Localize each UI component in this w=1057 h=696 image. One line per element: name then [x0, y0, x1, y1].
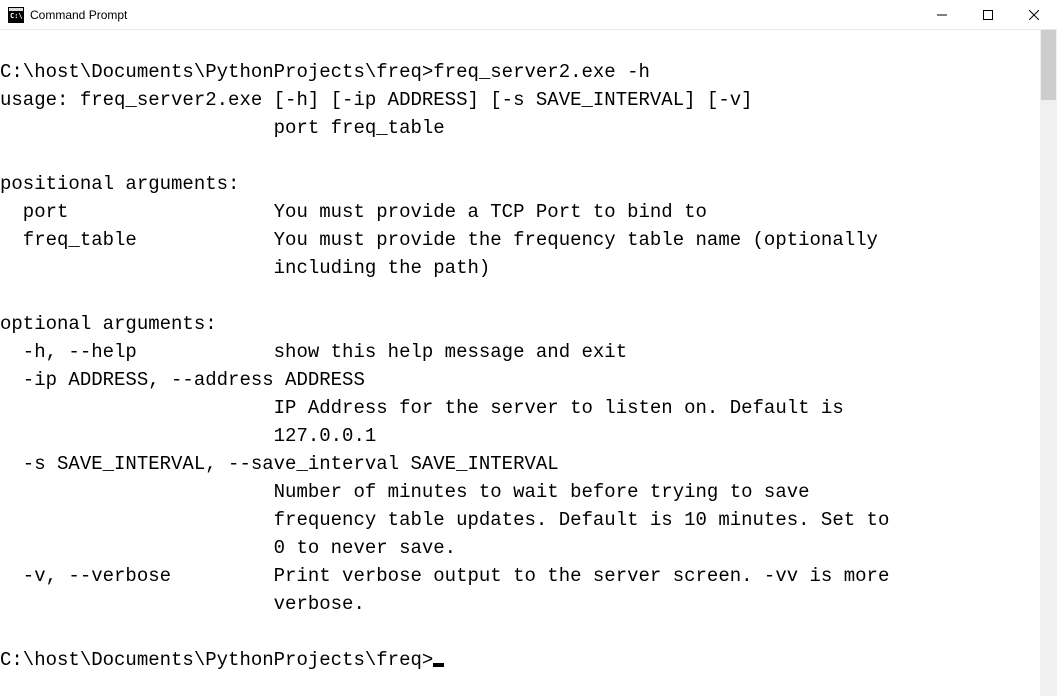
terminal-line: C:\host\Documents\PythonProjects\freq>fr… — [0, 61, 650, 83]
terminal-line: -h, --help show this help message and ex… — [0, 341, 627, 363]
terminal-area[interactable]: C:\host\Documents\PythonProjects\freq> fr… — [0, 30, 1057, 696]
terminal-line: including the path) — [0, 257, 490, 279]
terminal-line: usage: freq_server2.exe [-h] [-ip ADDRES… — [0, 89, 753, 111]
terminal-line: IP Address for the server to listen on. … — [0, 397, 844, 419]
cursor — [433, 663, 444, 667]
terminal-line: port You must provide a TCP Port to bind… — [0, 201, 707, 223]
terminal-line: 0 to never save. — [0, 537, 456, 559]
terminal-line: optional arguments: — [0, 313, 217, 335]
maximize-button[interactable] — [965, 0, 1011, 29]
terminal-line: frequency table updates. Default is 10 m… — [0, 509, 889, 531]
terminal-line: verbose. — [0, 593, 365, 615]
close-button[interactable] — [1011, 0, 1057, 29]
terminal-line: 127.0.0.1 — [0, 425, 376, 447]
svg-text:C:\: C:\ — [10, 12, 23, 20]
titlebar: C:\ Command Prompt — [0, 0, 1057, 30]
terminal-line: positional arguments: — [0, 173, 239, 195]
scrollbar[interactable] — [1040, 30, 1057, 696]
terminal-line: port freq_table — [0, 117, 445, 139]
terminal-prompt: C:\host\Documents\PythonProjects\freq> — [0, 649, 433, 671]
cmd-icon: C:\ — [8, 7, 24, 23]
window-controls — [919, 0, 1057, 29]
window-title: Command Prompt — [30, 8, 919, 22]
terminal-line: Number of minutes to wait before trying … — [0, 481, 810, 503]
minimize-button[interactable] — [919, 0, 965, 29]
terminal-line: -s SAVE_INTERVAL, --save_interval SAVE_I… — [0, 453, 559, 475]
terminal-line: -v, --verbose Print verbose output to th… — [0, 565, 889, 587]
terminal-line: -ip ADDRESS, --address ADDRESS — [0, 369, 365, 391]
scrollbar-thumb[interactable] — [1041, 30, 1056, 100]
terminal-line: freq_table You must provide the frequenc… — [0, 229, 878, 251]
terminal-content[interactable]: C:\host\Documents\PythonProjects\freq> fr… — [0, 30, 1040, 696]
